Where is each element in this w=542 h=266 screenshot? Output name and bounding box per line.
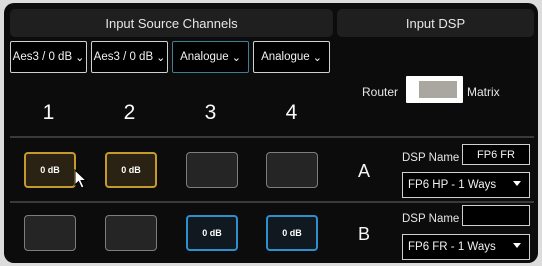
channel-number-2: 2 [123, 101, 136, 124]
row-divider [10, 201, 534, 203]
matrix-slot-a1[interactable]: 0 dB [24, 152, 76, 188]
router-matrix-toggle[interactable] [406, 76, 463, 103]
dsp-name-label: DSP Name [402, 152, 460, 164]
chevron-down-icon: ⌄ [156, 51, 166, 64]
toggle-track [419, 81, 457, 98]
source-select-label: Aes3 / 0 dB [93, 51, 154, 63]
caret-down-icon [513, 243, 521, 248]
source-select-2[interactable]: Aes3 / 0 dB ⌄ [91, 41, 168, 73]
source-select-3[interactable]: Analogue ⌄ [172, 41, 249, 73]
dsp-preset-select-b[interactable]: FP6 FR - 1 Ways [402, 234, 530, 260]
router-label: Router [362, 85, 399, 99]
source-select-label: Aes3 / 0 dB [12, 51, 73, 63]
channel-number-3: 3 [204, 101, 217, 124]
matrix-slot-a4[interactable] [266, 152, 318, 188]
source-select-label: Analogue [261, 51, 310, 63]
matrix-slot-b4[interactable]: 0 dB [266, 215, 318, 251]
input-dsp-header: Input DSP [337, 9, 534, 37]
dsp-preset-value: FP6 FR - 1 Ways [408, 241, 496, 253]
row-divider [10, 136, 534, 138]
channel-number-1: 1 [42, 101, 55, 124]
channel-number-4: 4 [285, 101, 298, 124]
chevron-down-icon: ⌄ [312, 51, 322, 64]
matrix-slot-b2[interactable] [105, 215, 157, 251]
chevron-down-icon: ⌄ [231, 51, 241, 64]
dsp-name-input-b[interactable] [462, 205, 530, 226]
matrix-slot-b3[interactable]: 0 dB [186, 215, 238, 251]
source-select-label: Analogue [180, 51, 229, 63]
mouse-pointer-icon [74, 169, 88, 189]
caret-down-icon [513, 181, 521, 186]
matrix-slot-b1[interactable] [24, 215, 76, 251]
row-label-a: A [358, 161, 371, 181]
dsp-preset-value: FP6 HP - 1 Ways [408, 179, 497, 191]
dsp-name-label: DSP Name [402, 213, 460, 225]
dsp-preset-select-a[interactable]: FP6 HP - 1 Ways [402, 172, 530, 198]
dsp-name-input-a[interactable]: FP6 FR [462, 144, 530, 165]
matrix-label: Matrix [467, 85, 500, 99]
matrix-slot-a3[interactable] [186, 152, 238, 188]
matrix-slot-a2[interactable]: 0 dB [105, 152, 157, 188]
chevron-down-icon: ⌄ [75, 51, 85, 64]
input-source-channels-header: Input Source Channels [10, 9, 333, 37]
input-routing-panel: Input Source Channels Input DSP Aes3 / 0… [4, 3, 538, 263]
source-select-4[interactable]: Analogue ⌄ [253, 41, 330, 73]
row-label-b: B [358, 224, 371, 244]
source-select-1[interactable]: Aes3 / 0 dB ⌄ [10, 41, 87, 73]
